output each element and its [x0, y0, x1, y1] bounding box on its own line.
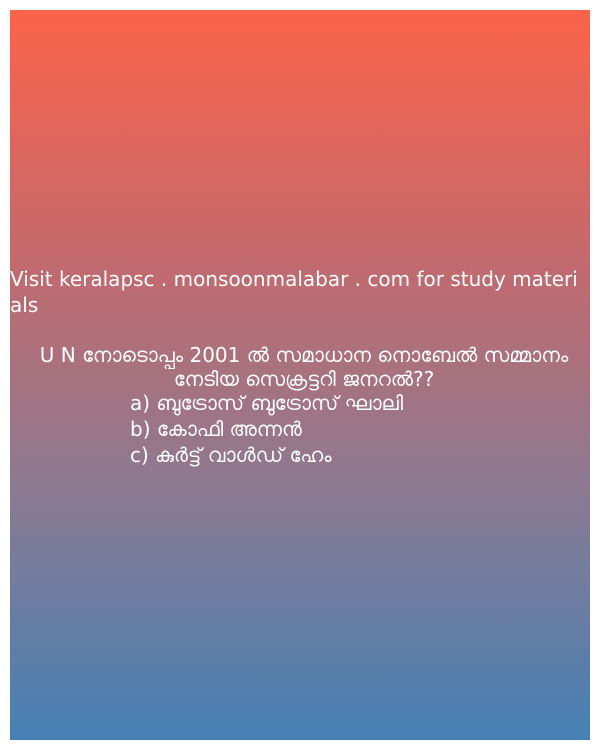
quiz-card: Visit keralapsc . monsoonmalabar . com f…	[10, 10, 590, 740]
visit-text: Visit keralapsc . monsoonmalabar . com f…	[10, 267, 578, 317]
option-c: c) കുർട്ട് വാൾഡ് ഹേം	[130, 443, 332, 467]
question-text: U N നോടൊപ്പം 2001 ൽ സമാധാന നൊബേൽ സമ്മാനം…	[39, 343, 569, 391]
options-list: a) ബുട്രോസ് ബുട്രോസ് ഘാലി b) കോഫി അന്നൻ …	[130, 390, 570, 468]
option-a: a) ബുട്രോസ് ബുട്രോസ് ഘാലി	[130, 391, 404, 415]
option-b: b) കോഫി അന്നൻ	[130, 417, 302, 441]
